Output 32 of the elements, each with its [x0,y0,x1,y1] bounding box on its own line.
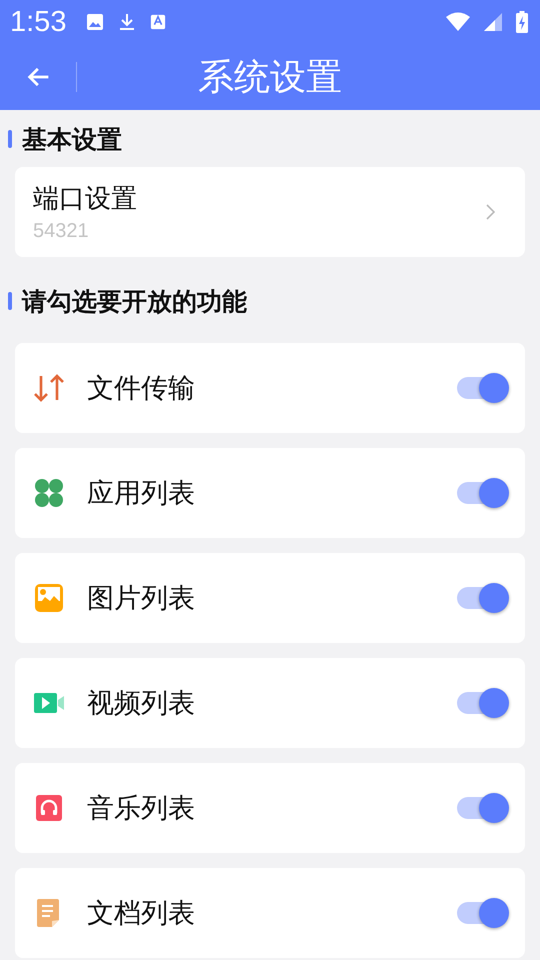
feature-label: 音乐列表 [87,792,196,826]
feature-label: 图片列表 [87,582,196,616]
image-notification-icon [86,13,104,31]
download-icon [118,13,136,31]
status-time: 1:53 [10,6,66,38]
feature-label: 文件传输 [87,372,196,406]
battery-icon [516,11,528,33]
feature-card[interactable]: 图片列表 [15,553,525,643]
feature-card[interactable]: 文档列表 [15,868,525,958]
screen-title: 系统设置 [198,56,342,100]
setting-label: 端口设置 [33,183,138,216]
four-dots-icon [33,477,65,509]
chevron-right-icon [485,204,495,220]
transfer-arrows-icon [33,372,65,404]
feature-card[interactable]: 音乐列表 [15,763,525,853]
image-icon [33,582,65,614]
headphones-icon [33,792,65,824]
section-title: 基本设置 [22,124,122,156]
settings-row[interactable]: 端口设置 54321 [15,167,525,257]
feature-card[interactable]: 文件传输 [15,343,525,433]
section-marker [8,130,12,148]
feature-label: 视频列表 [87,687,196,721]
feature-card[interactable]: 视频列表 [15,658,525,748]
section-title: 请勾选要开放的功能 [22,286,247,318]
section-marker [8,292,12,310]
setting-value: 54321 [33,220,90,243]
feature-label: 文档列表 [87,897,196,931]
feature-card[interactable]: 应用列表 [15,448,525,538]
keyboard-notification-icon [150,14,166,30]
cell-signal-icon [484,13,502,31]
feature-label: 应用列表 [87,477,196,511]
wifi-icon [446,12,470,32]
